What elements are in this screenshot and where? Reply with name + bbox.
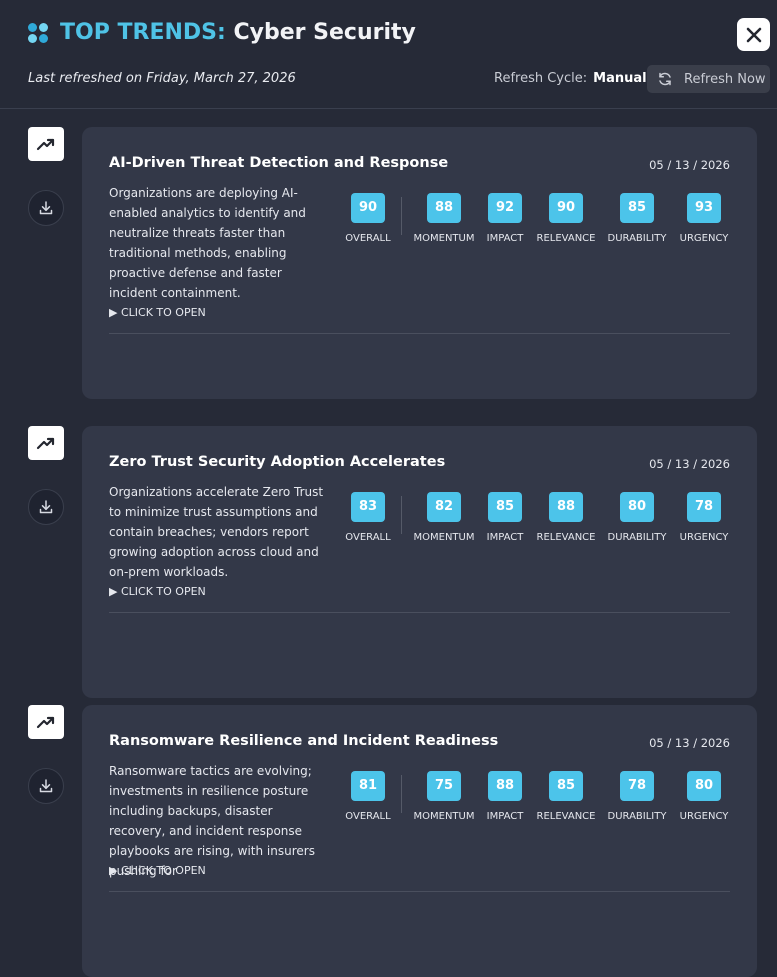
metric-urgency: 80 URGENCY <box>664 771 744 822</box>
metric-score: 85 <box>620 193 654 223</box>
metric-label: OVERALL <box>345 532 391 543</box>
play-icon: ▶ <box>109 585 118 598</box>
close-icon <box>746 27 761 42</box>
metric-label: URGENCY <box>679 532 729 543</box>
metric-score: 88 <box>488 771 522 801</box>
metric-score: 83 <box>351 492 385 522</box>
trending-up-icon <box>36 437 55 450</box>
metric-label: RELEVANCE <box>536 233 596 244</box>
title-subject: Cyber Security <box>233 20 416 45</box>
card-divider <box>109 333 730 334</box>
download-button[interactable] <box>28 489 64 525</box>
metric-score: 85 <box>488 492 522 522</box>
download-icon <box>39 779 53 793</box>
trending-up-icon <box>36 138 55 151</box>
trend-card[interactable]: AI-Driven Threat Detection and Response 0… <box>82 127 757 399</box>
download-button[interactable] <box>28 190 64 226</box>
trend-button[interactable] <box>28 426 64 460</box>
metric-urgency: 93 URGENCY <box>664 193 744 244</box>
trend-title: Ransomware Resilience and Incident Readi… <box>109 733 499 749</box>
trend-card[interactable]: Zero Trust Security Adoption Accelerates… <box>82 426 757 698</box>
metric-label: OVERALL <box>345 811 391 822</box>
title-accent: TOP TRENDS: <box>60 20 226 45</box>
metric-label: RELEVANCE <box>536 811 596 822</box>
metric-relevance: 90 RELEVANCE <box>526 193 606 244</box>
metric-score: 92 <box>488 193 522 223</box>
trend-description: Ransomware tactics are evolving; investm… <box>109 764 315 878</box>
card-divider <box>109 612 730 613</box>
metric-score: 75 <box>427 771 461 801</box>
metric-score: 90 <box>549 193 583 223</box>
refresh-cycle-value[interactable]: Manual <box>593 71 646 86</box>
trend-card[interactable]: Ransomware Resilience and Incident Readi… <box>82 705 757 977</box>
metric-score: 88 <box>427 193 461 223</box>
metric-label: URGENCY <box>679 233 729 244</box>
trend-description: Organizations accelerate Zero Trust to m… <box>109 485 324 579</box>
metric-score: 78 <box>687 492 721 522</box>
click-to-open-link[interactable]: ▶ CLICK TO OPEN <box>109 585 206 598</box>
header: TOP TRENDS: Cyber Security Last refreshe… <box>0 0 777 109</box>
download-icon <box>39 201 53 215</box>
trend-date: 05 / 13 / 2026 <box>649 158 730 172</box>
metric-overall: 83 OVERALL <box>328 492 408 543</box>
trend-title: AI-Driven Threat Detection and Response <box>109 155 449 171</box>
click-to-open-label: CLICK TO OPEN <box>120 585 206 598</box>
metric-overall: 90 OVERALL <box>328 193 408 244</box>
download-button[interactable] <box>28 768 64 804</box>
metric-score: 81 <box>351 771 385 801</box>
refresh-now-label: Refresh Now <box>684 71 766 87</box>
refresh-cycle: Refresh Cycle: Manual <box>494 71 647 86</box>
metric-label: OVERALL <box>345 233 391 244</box>
metric-overall: 81 OVERALL <box>328 771 408 822</box>
last-refreshed: Last refreshed on Friday, March 27, 2026 <box>28 71 296 86</box>
trend-title: Zero Trust Security Adoption Accelerates <box>109 454 446 470</box>
click-to-open-label: CLICK TO OPEN <box>120 864 206 877</box>
play-icon: ▶ <box>109 306 118 319</box>
trend-button[interactable] <box>28 127 64 161</box>
metric-relevance: 88 RELEVANCE <box>526 492 606 543</box>
metric-score: 88 <box>549 492 583 522</box>
metric-urgency: 78 URGENCY <box>664 492 744 543</box>
metric-score: 93 <box>687 193 721 223</box>
metric-score: 90 <box>351 193 385 223</box>
download-icon <box>39 500 53 514</box>
logo-icon <box>28 23 50 45</box>
metric-score: 78 <box>620 771 654 801</box>
click-to-open-link[interactable]: ▶ CLICK TO OPEN <box>109 864 206 877</box>
trending-up-icon <box>36 716 55 729</box>
page-title: TOP TRENDS: Cyber Security <box>60 20 416 45</box>
click-to-open-link[interactable]: ▶ CLICK TO OPEN <box>109 306 206 319</box>
metric-label: RELEVANCE <box>536 532 596 543</box>
trend-button[interactable] <box>28 705 64 739</box>
metric-score: 85 <box>549 771 583 801</box>
refresh-now-button[interactable]: Refresh Now <box>647 65 770 93</box>
trend-description: Organizations are deploying AI-enabled a… <box>109 186 306 300</box>
metric-relevance: 85 RELEVANCE <box>526 771 606 822</box>
refresh-icon <box>659 72 671 86</box>
close-button[interactable] <box>737 18 770 51</box>
refresh-cycle-label: Refresh Cycle: <box>494 71 588 86</box>
card-divider <box>109 891 730 892</box>
metric-score: 82 <box>427 492 461 522</box>
play-icon: ▶ <box>109 864 118 877</box>
metric-score: 80 <box>687 771 721 801</box>
trend-date: 05 / 13 / 2026 <box>649 736 730 750</box>
metric-score: 80 <box>620 492 654 522</box>
click-to-open-label: CLICK TO OPEN <box>120 306 206 319</box>
metric-label: URGENCY <box>679 811 729 822</box>
trend-date: 05 / 13 / 2026 <box>649 457 730 471</box>
